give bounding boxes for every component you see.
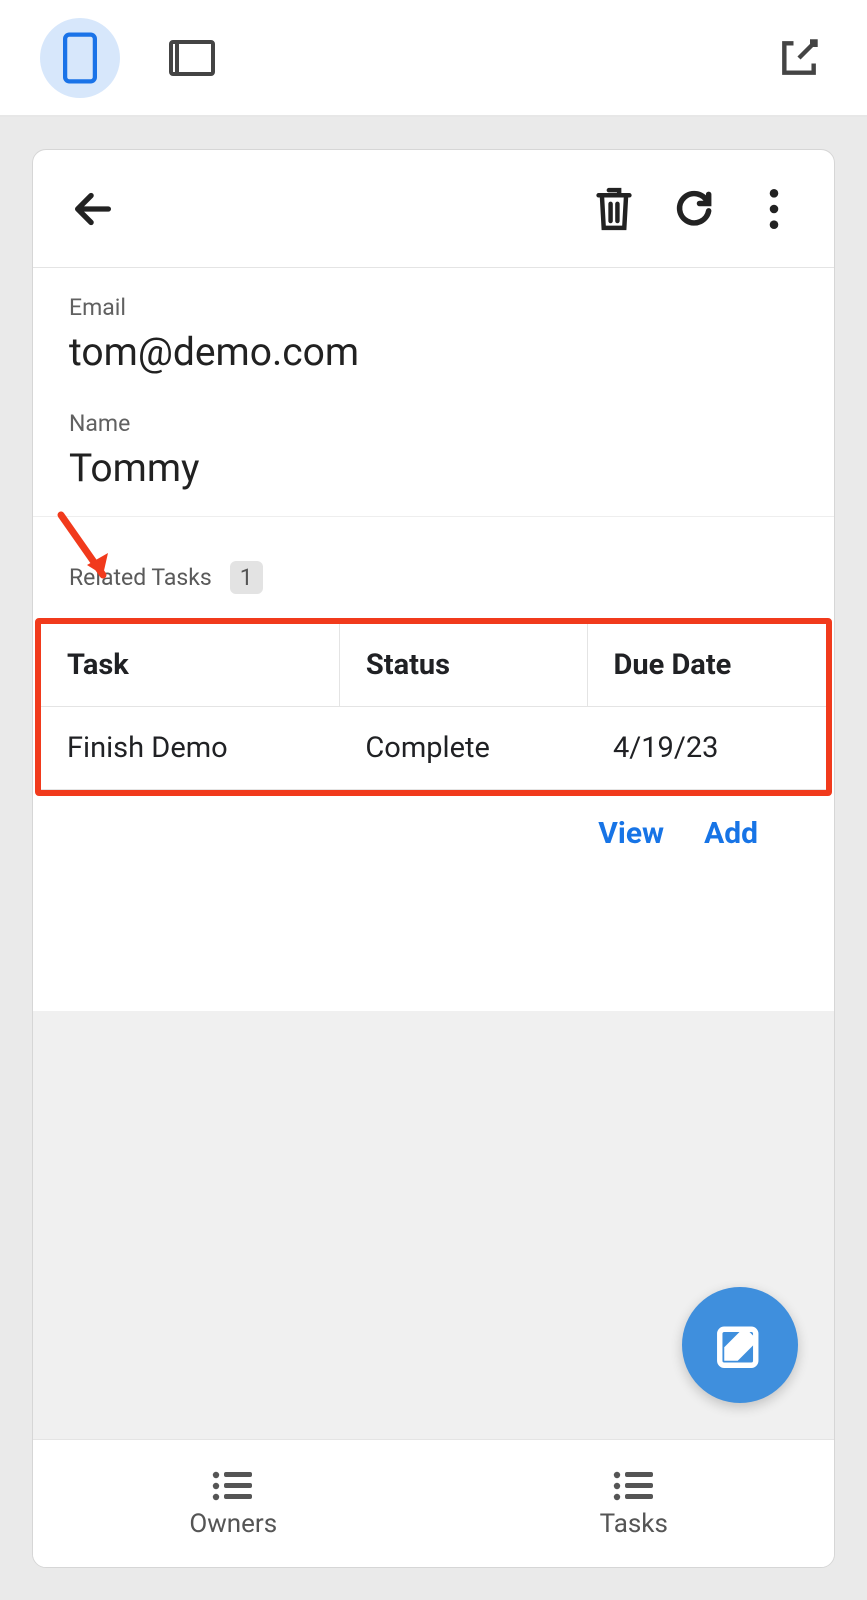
preview-stage: Email tom@demo.com Name Tommy Related Ta… [0,117,867,1600]
cell-status: Complete [339,706,587,789]
related-tasks-section: Related Tasks 1 Task Status Due Date Fin [33,517,834,851]
col-status: Status [339,624,587,707]
view-button[interactable]: View [598,816,664,851]
name-value: Tommy [69,445,798,492]
refresh-button[interactable] [666,181,722,237]
phone-frame: Email tom@demo.com Name Tommy Related Ta… [32,149,835,1568]
nav-owners-label: Owners [189,1509,277,1539]
table-row[interactable]: Finish Demo Complete 4/19/23 [41,706,826,789]
email-value: tom@demo.com [69,329,798,376]
table-header-row: Task Status Due Date [41,624,826,707]
delete-button[interactable] [586,181,642,237]
phone-icon [63,32,97,84]
open-external-icon [777,36,821,80]
col-task: Task [41,624,339,707]
nav-owners[interactable]: Owners [33,1440,434,1567]
more-button[interactable] [746,181,802,237]
content-fill [33,1011,834,1439]
related-tasks-title: Related Tasks [69,564,212,591]
tablet-view-button[interactable] [152,18,232,98]
trash-icon [593,185,635,233]
list-icon [611,1469,657,1503]
bottom-nav: Owners Tasks [33,1439,834,1567]
name-field: Name Tommy [69,412,798,492]
annotation-highlight-box: Task Status Due Date Finish Demo Complet… [35,618,832,796]
cell-due: 4/19/23 [587,706,826,789]
refresh-icon [672,187,716,231]
col-due: Due Date [587,624,826,707]
add-button[interactable]: Add [704,816,758,851]
tablet-icon [169,40,215,76]
phone-view-button[interactable] [40,18,120,98]
cell-task: Finish Demo [41,706,339,789]
related-tasks-header: Related Tasks 1 [69,535,798,594]
related-tasks-table: Task Status Due Date Finish Demo Complet… [41,624,826,790]
list-icon [210,1469,256,1503]
email-field: Email tom@demo.com [69,296,798,376]
record-details: Email tom@demo.com Name Tommy [33,268,834,517]
related-tasks-count: 1 [230,561,263,594]
back-button[interactable] [65,181,121,237]
nav-tasks[interactable]: Tasks [434,1440,835,1567]
nav-tasks-label: Tasks [600,1509,668,1539]
arrow-left-icon [70,186,116,232]
related-tasks-actions: View Add [69,796,798,851]
app-header [33,150,834,268]
email-label: Email [69,296,798,319]
edit-icon [713,1318,767,1372]
open-external-button[interactable] [771,30,827,86]
device-toolbar [0,0,867,117]
more-vert-icon [769,189,779,229]
edit-fab[interactable] [682,1287,798,1403]
name-label: Name [69,412,798,435]
